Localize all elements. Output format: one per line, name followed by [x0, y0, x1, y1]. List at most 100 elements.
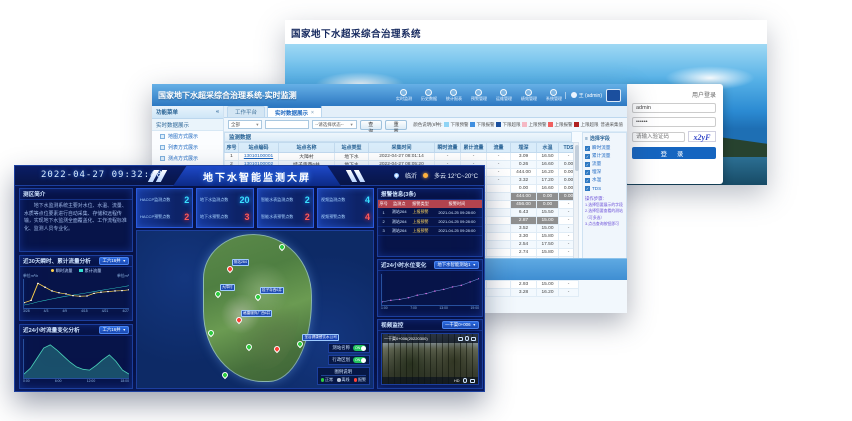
x-tick-label: 1:00	[381, 306, 388, 311]
map-legend-label: 报警	[358, 377, 366, 383]
alarm-panel-title: 报警信息(3条)	[381, 190, 416, 198]
nav-item[interactable]: 实时监测	[395, 89, 413, 102]
table-cell: 16.60	[537, 161, 559, 169]
record-icon[interactable]	[465, 336, 470, 341]
map-legend-label: 正常	[325, 377, 333, 383]
column-header[interactable]: 序号	[225, 143, 239, 153]
nav-item[interactable]: 绩效管理	[520, 89, 538, 102]
checkbox-checked-icon[interactable]: ✓	[585, 178, 590, 183]
table-cell: 6.43	[511, 209, 537, 217]
table-cell: -	[559, 289, 579, 297]
reset-button[interactable]: 重置	[385, 120, 407, 130]
legend-color-swatch	[522, 122, 527, 127]
keyword-input[interactable]	[265, 120, 309, 129]
sidebar-section[interactable]: 实时数据展示	[152, 119, 223, 131]
alarm-table: 序号监测点报警类型报警时间 1测站264上报预警2021-04-25 09:28…	[378, 200, 482, 236]
chevron-down-icon: ▼	[255, 122, 259, 127]
column-header[interactable]: 累计流量	[461, 143, 487, 153]
flow24-station-select[interactable]: 工六16井▼	[99, 326, 129, 334]
nav-item-label: 绩效管理	[521, 96, 537, 101]
checkbox-checked-icon[interactable]: ✓	[585, 186, 590, 191]
hd-label[interactable]: HD	[454, 379, 459, 383]
field-checkbox-row[interactable]: ✓水温	[585, 176, 624, 184]
video-player-bottombar: HD	[382, 377, 478, 384]
nav-item[interactable]: 系统管理	[545, 89, 563, 102]
flow30-chart	[23, 279, 129, 309]
settings-icon[interactable]	[463, 378, 468, 383]
x-tick-label: 7:00	[410, 306, 417, 311]
alarm-cell: 测站264	[389, 217, 409, 226]
status-select[interactable]: --请选择状态--▼	[312, 120, 356, 129]
column-header[interactable]: 站点名称	[279, 143, 335, 153]
stat-alert-label: 视频预警点数	[321, 214, 345, 220]
level24-x-labels: 1:007:0013:0019:00	[378, 306, 482, 311]
stat-row: 地下水监测点数20	[200, 195, 249, 205]
tab-active[interactable]: 实时数据展示×	[267, 106, 322, 117]
fullscreen-icon[interactable]	[470, 379, 475, 383]
password-input[interactable]	[632, 117, 716, 127]
nav-item-icon	[450, 89, 457, 96]
stat-label: 地下水监测点数	[200, 197, 228, 203]
nav-item[interactable]: 预警管理	[470, 89, 488, 102]
alarm-row[interactable]: 1测站264上报预警2021-04-25 09:28:00	[378, 208, 482, 217]
sidebar-item[interactable]: 地图方式展示	[152, 131, 223, 142]
close-icon[interactable]: ×	[311, 110, 314, 116]
nav-item[interactable]: 运维管理	[495, 89, 513, 102]
stat-row: HACCP预警点数2	[140, 212, 189, 222]
field-checkbox-row[interactable]: ✓累计流量	[585, 152, 624, 160]
chart-legend-marker	[51, 269, 54, 272]
table-cell: 0.00	[537, 201, 559, 209]
checkbox-checked-icon[interactable]: ✓	[585, 162, 590, 167]
video-player[interactable]: 一干渠0+006(20220300) HD	[381, 333, 479, 385]
video-select[interactable]: 一干渠0+006▼	[442, 321, 479, 329]
column-header[interactable]: 水温	[537, 143, 559, 153]
column-header[interactable]: 流量	[487, 143, 511, 153]
collapse-icon[interactable]: «	[216, 109, 219, 115]
column-header[interactable]: 埋深	[511, 143, 537, 153]
alarm-row[interactable]: 3测站264上报预警2021-04-25 09:28:00	[378, 226, 482, 235]
map-legend-item: 离线	[337, 377, 350, 383]
chevron-down-icon: ▼	[123, 259, 126, 263]
username-input[interactable]	[632, 103, 716, 113]
column-header[interactable]: 站点编码	[239, 143, 279, 153]
captcha-image[interactable]: x2yF	[688, 131, 716, 142]
captcha-input[interactable]	[632, 132, 685, 142]
table-cell: 17.20	[537, 177, 559, 185]
dashboard-title-banner: 地下水智能监测大屏	[173, 166, 341, 186]
column-header[interactable]: 站点类型	[335, 143, 369, 153]
field-checkbox-row[interactable]: ✓埋深	[585, 168, 624, 176]
table-cell: 2.54	[511, 241, 537, 249]
district-toggle[interactable]: ON	[353, 357, 366, 363]
type-select[interactable]: 全部▼	[228, 120, 262, 129]
snapshot-icon[interactable]	[458, 337, 463, 341]
login-button[interactable]: 登 录	[632, 147, 716, 159]
tab-inactive[interactable]: 工作平台	[227, 106, 265, 117]
scrollbar-thumb[interactable]	[575, 145, 579, 171]
alarm-row[interactable]: 2测站264上报预警2021-04-25 09:28:00	[378, 217, 482, 226]
legend-color-swatch	[496, 122, 501, 127]
search-button[interactable]: 查询	[360, 120, 382, 130]
sidebar-item[interactable]: 列表方式展示	[152, 142, 223, 153]
column-header[interactable]: 采集时间	[369, 143, 435, 153]
stats-row: HACCP监测点数2HACCP预警点数2地下水监测点数20地下水预警点数3智能水…	[136, 188, 374, 228]
column-header[interactable]: 瞬时流量	[435, 143, 461, 153]
flow30-station-select[interactable]: 工六16井▼	[99, 257, 129, 265]
checkbox-checked-icon[interactable]: ✓	[585, 146, 590, 151]
station-name-toggle[interactable]: ON	[353, 345, 366, 351]
field-checkbox-row[interactable]: ✓流量	[585, 160, 624, 168]
checkbox-checked-icon[interactable]: ✓	[585, 154, 590, 159]
alarm-column-header: 报警时间	[432, 200, 482, 208]
legend-color-swatch	[444, 122, 449, 127]
nav-item[interactable]: 统计报表	[445, 89, 463, 102]
level24-station-select[interactable]: 地下水智能测站1▼	[434, 261, 479, 269]
table-cell: 456.00	[511, 201, 537, 209]
map-legend-label: 离线	[342, 377, 350, 383]
table-row[interactable]: 113010100001大障村地下水2022-04-27 08:01:14---…	[225, 153, 579, 161]
field-checkbox-row[interactable]: ✓瞬时流量	[585, 144, 624, 152]
sidebar-item[interactable]: 测点方式展示	[152, 153, 223, 164]
nav-item[interactable]: 历史数据	[420, 89, 438, 102]
checkbox-checked-icon[interactable]: ✓	[585, 170, 590, 175]
field-checkbox-row[interactable]: ✓TDS	[585, 184, 624, 192]
zoom-icon[interactable]	[471, 337, 476, 341]
user-chip[interactable]: 王 (admin)	[565, 92, 602, 99]
